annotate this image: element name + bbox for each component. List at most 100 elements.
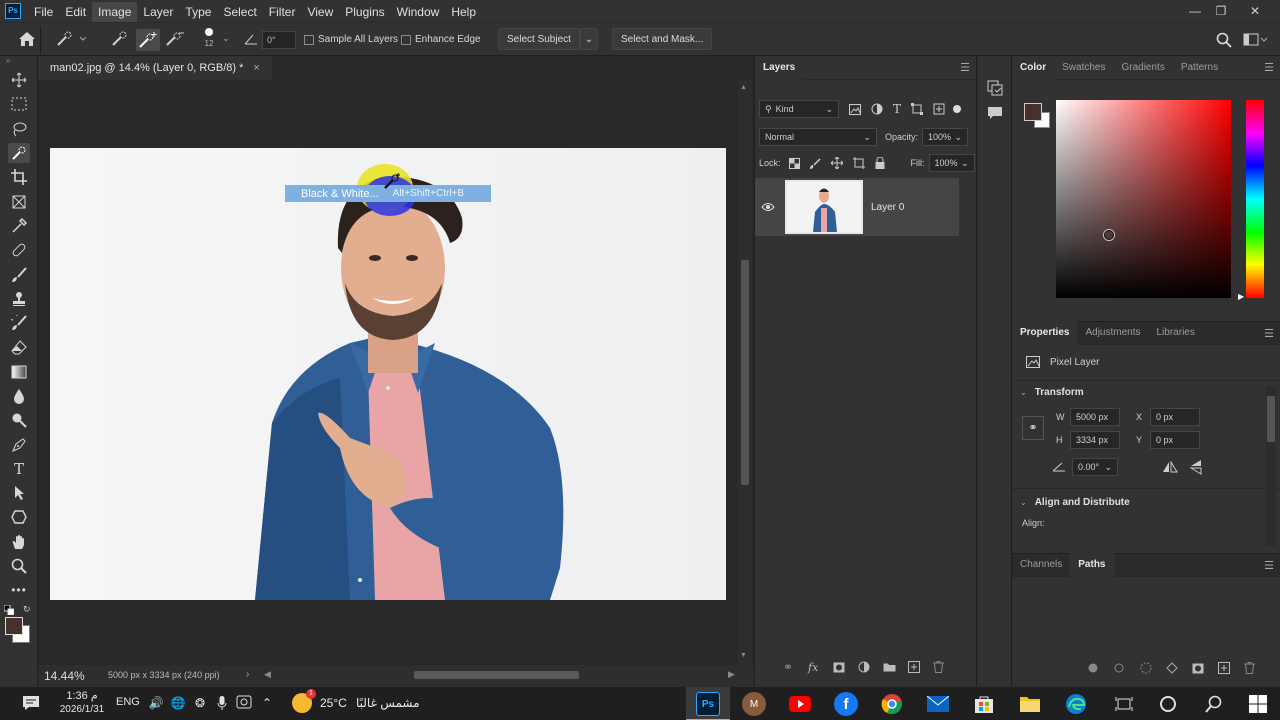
lock-artboard-icon[interactable] (852, 157, 865, 169)
horizontal-scroll-thumb[interactable] (414, 671, 579, 679)
edge-taskbar-icon[interactable] (1064, 692, 1088, 716)
system-clock[interactable]: 1:36 م 2026/1/31 (56, 689, 108, 715)
tab-color[interactable]: Color (1012, 55, 1055, 80)
search-icon[interactable] (1202, 692, 1226, 716)
swap-colors-icon[interactable]: ↻ (23, 604, 31, 615)
angle-input[interactable]: 0.00° ⌄ (1072, 458, 1118, 476)
add-mask-icon[interactable] (1192, 663, 1218, 674)
width-input[interactable]: 5000 px (1070, 408, 1120, 426)
restore-icon[interactable]: ❐ (1210, 2, 1232, 20)
new-selection-icon[interactable] (110, 31, 130, 47)
fill-path-icon[interactable] (1088, 663, 1114, 673)
show-hidden-icons-chevron-icon[interactable]: ⌃ (259, 695, 275, 711)
fill-input[interactable]: 100% ⌄ (928, 154, 975, 172)
panel-menu-icon[interactable]: ☰ (1264, 61, 1274, 74)
filter-type-icon[interactable]: T (893, 102, 901, 116)
type-tool[interactable]: T (0, 457, 38, 481)
height-input[interactable]: 3334 px (1070, 431, 1120, 449)
menu-plugins[interactable]: Plugins (339, 2, 390, 22)
menu-filter[interactable]: Filter (263, 2, 302, 22)
filter-adjustment-icon[interactable] (871, 103, 883, 115)
lock-all-icon[interactable] (875, 157, 885, 169)
tab-channels[interactable]: Channels (1012, 553, 1070, 577)
transform-section-header[interactable]: ⌄ Transform (1020, 387, 1084, 398)
align-section-header[interactable]: ⌄ Align and Distribute (1020, 497, 1130, 508)
hand-tool[interactable] (0, 530, 38, 554)
select-subject-dropdown[interactable]: ⌄ (580, 28, 598, 50)
weather-temperature[interactable]: 25°C (320, 696, 347, 710)
document-tab[interactable]: man02.jpg @ 14.4% (Layer 0, RGB/8) * × (38, 56, 272, 80)
scroll-right-icon[interactable]: ▶ (728, 669, 735, 680)
close-window-icon[interactable]: ✕ (1244, 2, 1266, 20)
add-to-selection-icon[interactable] (136, 29, 160, 51)
gradient-tool[interactable] (0, 360, 38, 384)
notifications-icon[interactable] (22, 694, 40, 712)
new-path-icon[interactable] (1218, 662, 1244, 674)
layer-row[interactable]: Layer 0 (755, 178, 959, 236)
vertical-scroll-thumb[interactable] (741, 260, 749, 485)
select-and-mask-button[interactable]: Select and Mask... (612, 28, 713, 50)
home-icon[interactable] (18, 31, 36, 47)
chrome-taskbar-icon[interactable] (880, 692, 904, 716)
filter-toggle-icon[interactable] (953, 105, 962, 113)
select-subject-button[interactable]: Select Subject (498, 28, 580, 50)
lock-transparent-icon[interactable] (788, 157, 800, 169)
filter-kind-dropdown[interactable]: ⚲ Kind ⌄ (759, 100, 839, 118)
weather-sun-icon[interactable]: 1 (292, 689, 316, 713)
hue-slider-handle-icon[interactable]: ▶ (1238, 292, 1244, 301)
path-to-selection-icon[interactable] (1140, 662, 1166, 674)
quick-select-preset-icon[interactable] (56, 31, 86, 47)
link-dimensions-icon[interactable]: ⚭ (1022, 416, 1044, 440)
x-input[interactable]: 0 px (1150, 408, 1200, 426)
trash-icon[interactable] (933, 661, 958, 673)
healing-brush-tool[interactable] (0, 238, 38, 262)
trash-icon[interactable] (1244, 662, 1270, 674)
menu-file[interactable]: File (28, 2, 59, 22)
color-field[interactable] (1056, 100, 1231, 298)
file-explorer-taskbar-icon[interactable] (1018, 692, 1042, 716)
document-image[interactable] (50, 148, 726, 600)
dodge-tool[interactable] (0, 408, 38, 432)
collapse-toolbar-icon[interactable]: » (0, 56, 37, 68)
foreground-color-swatch[interactable] (5, 616, 23, 635)
menu-view[interactable]: View (301, 2, 339, 22)
comments-panel-icon[interactable] (987, 106, 1003, 120)
network-globe-icon[interactable]: 🌐 (170, 695, 186, 711)
input-language[interactable]: ENG (116, 696, 140, 708)
minimize-icon[interactable]: — (1184, 2, 1206, 20)
visibility-eye-icon[interactable] (755, 202, 781, 212)
menu-layer[interactable]: Layer (137, 2, 179, 22)
edit-toolbar[interactable]: ••• (0, 578, 38, 602)
eraser-tool[interactable] (0, 335, 38, 359)
tab-properties[interactable]: Properties (1012, 321, 1078, 345)
menu-window[interactable]: Window (391, 2, 446, 22)
brush-tool[interactable] (0, 262, 38, 286)
brush-angle-input[interactable]: 0° (262, 31, 296, 49)
new-layer-icon[interactable] (908, 661, 933, 673)
panel-menu-icon[interactable]: ☰ (1264, 559, 1274, 572)
hue-slider[interactable] (1246, 100, 1264, 298)
marquee-tool[interactable] (0, 92, 38, 116)
fx-icon[interactable]: fx (808, 661, 833, 674)
properties-scrollbar[interactable] (1266, 386, 1276, 546)
add-mask-icon[interactable] (833, 662, 858, 673)
new-group-icon[interactable] (883, 662, 908, 672)
workspace-icon[interactable] (1243, 33, 1267, 47)
path-selection-tool[interactable] (0, 481, 38, 505)
cortana-circle-icon[interactable] (1156, 692, 1180, 716)
opacity-input[interactable]: 100% ⌄ (922, 128, 969, 146)
layer-name[interactable]: Layer 0 (871, 202, 904, 213)
menu-help[interactable]: Help (445, 2, 482, 22)
selection-to-path-icon[interactable] (1166, 662, 1192, 674)
youtube-taskbar-icon[interactable] (788, 692, 812, 716)
tab-paths[interactable]: Paths (1070, 553, 1114, 577)
volume-icon[interactable]: 🔊 (148, 695, 164, 711)
tab-layers[interactable]: Layers (755, 55, 804, 80)
panel-menu-icon[interactable]: ☰ (1264, 327, 1274, 340)
sample-all-layers-checkbox[interactable]: Sample All Layers (304, 34, 398, 45)
color-picker-handle[interactable] (1104, 230, 1114, 240)
input-indicator-icon[interactable]: ❂ (192, 695, 208, 711)
menu-image[interactable]: Image (92, 1, 138, 22)
stroke-path-icon[interactable] (1114, 663, 1140, 673)
microphone-icon[interactable] (214, 695, 230, 711)
